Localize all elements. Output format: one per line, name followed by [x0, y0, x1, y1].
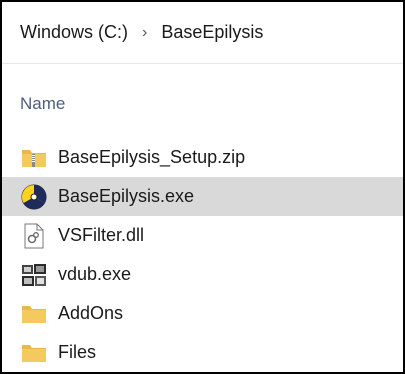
file-name: BaseEpilysis_Setup.zip [58, 147, 246, 167]
exe-app-icon [20, 261, 48, 289]
zip-folder-icon [20, 144, 48, 172]
file-name: vdub.exe [58, 264, 132, 284]
list-item-baseepilysis-exe[interactable]: BaseEpilysis.exe [2, 177, 403, 216]
file-name: VSFilter.dll [58, 225, 145, 245]
list-item-vdub-exe[interactable]: vdub.exe [2, 255, 403, 294]
list-item-addons-folder[interactable]: AddOns [2, 294, 403, 333]
breadcrumb-folder[interactable]: BaseEpilysis [161, 22, 263, 43]
dll-file-icon [20, 222, 48, 250]
file-name: Files [58, 342, 97, 362]
address-bar[interactable]: Windows (C:) › BaseEpilysis [2, 2, 403, 64]
breadcrumb-drive[interactable]: Windows (C:) [20, 22, 128, 43]
app-exe-icon [20, 183, 48, 211]
file-name: AddOns [58, 303, 124, 323]
file-explorer-window: Windows (C:) › BaseEpilysis Name BaseEpi… [0, 0, 405, 374]
column-header-name[interactable]: Name [20, 94, 65, 114]
folder-icon [20, 300, 48, 328]
list-item-vsfilter-dll[interactable]: VSFilter.dll [2, 216, 403, 255]
file-name: BaseEpilysis.exe [58, 186, 195, 206]
folder-icon [20, 339, 48, 367]
file-list: BaseEpilysis_Setup.zip BaseEpilysis.exe [2, 138, 403, 372]
breadcrumb-separator-icon[interactable]: › [142, 24, 147, 42]
list-item-files-folder[interactable]: Files [2, 333, 403, 372]
list-item-setup-zip[interactable]: BaseEpilysis_Setup.zip [2, 138, 403, 177]
